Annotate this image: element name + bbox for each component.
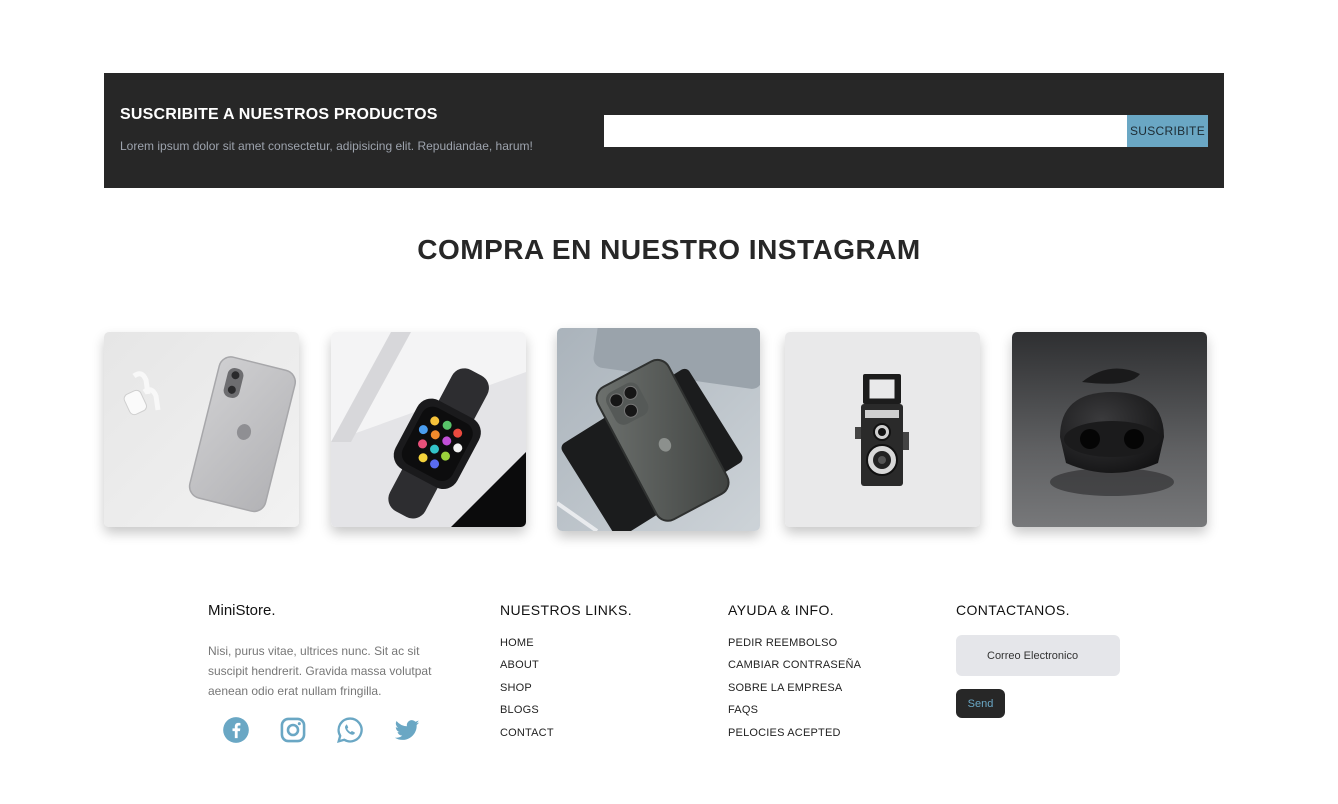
apple-watch-image [331,332,526,527]
footer-brand: MiniStore. [208,602,276,619]
instagram-photo-iphone-airpods[interactable] [104,332,299,527]
newsletter-email-input[interactable] [604,115,1127,147]
newsletter-text: Lorem ipsum dolor sit amet consectetur, … [120,139,533,153]
footer-link-home[interactable]: HOME [500,636,554,658]
instagram-photo-apple-watch[interactable] [331,332,526,527]
contact-email-field[interactable] [956,635,1120,676]
instagram-section-title: COMPRA EN NUESTRO INSTAGRAM [417,234,921,265]
footer-link-blogs[interactable]: BLOGS [500,703,554,725]
footer-link-change-password[interactable]: CAMBIAR CONTRASEÑA [728,658,861,680]
send-button[interactable]: Send [956,689,1005,718]
instagram-photo-iphone-pro[interactable] [557,328,760,531]
footer-link-faqs[interactable]: FAQS [728,703,861,725]
footer-help-list: PEDIR REEMBOLSO CAMBIAR CONTRASEÑA SOBRE… [728,636,861,748]
footer-help-title: AYUDA & INFO. [728,602,835,618]
wireless-earbuds-image [1012,332,1207,527]
newsletter-banner: SUSCRIBITE A NUESTROS PRODUCTOS Lorem ip… [104,73,1224,188]
instagram-photo-vintage-camera[interactable] [785,332,980,527]
subscribe-button[interactable]: SUSCRIBITE [1127,115,1208,147]
footer-link-policies[interactable]: PELOCIES ACEPTED [728,726,861,748]
facebook-icon[interactable] [222,716,250,744]
footer-brand-text: Nisi, purus vitae, ultrices nunc. Sit ac… [208,644,432,698]
twitter-icon[interactable] [393,716,421,744]
footer-links-title: NUESTROS LINKS. [500,602,633,618]
iphone-pro-box-image [557,328,760,531]
footer-link-contact[interactable]: CONTACT [500,726,554,748]
vintage-camera-image [785,332,980,527]
instagram-photo-wireless-earbuds[interactable] [1012,332,1207,527]
footer-link-about[interactable]: ABOUT [500,658,554,680]
footer-links-list: HOME ABOUT SHOP BLOGS CONTACT [500,636,554,748]
instagram-icon[interactable] [279,716,307,744]
newsletter-title: SUSCRIBITE A NUESTROS PRODUCTOS [120,106,438,123]
whatsapp-icon[interactable] [336,716,364,744]
footer-link-refund[interactable]: PEDIR REEMBOLSO [728,636,861,658]
footer-link-shop[interactable]: SHOP [500,681,554,703]
footer-link-about-company[interactable]: SOBRE LA EMPRESA [728,681,861,703]
iphone-airpods-image [104,332,299,527]
footer-contact-title: CONTACTANOS. [956,602,1070,618]
